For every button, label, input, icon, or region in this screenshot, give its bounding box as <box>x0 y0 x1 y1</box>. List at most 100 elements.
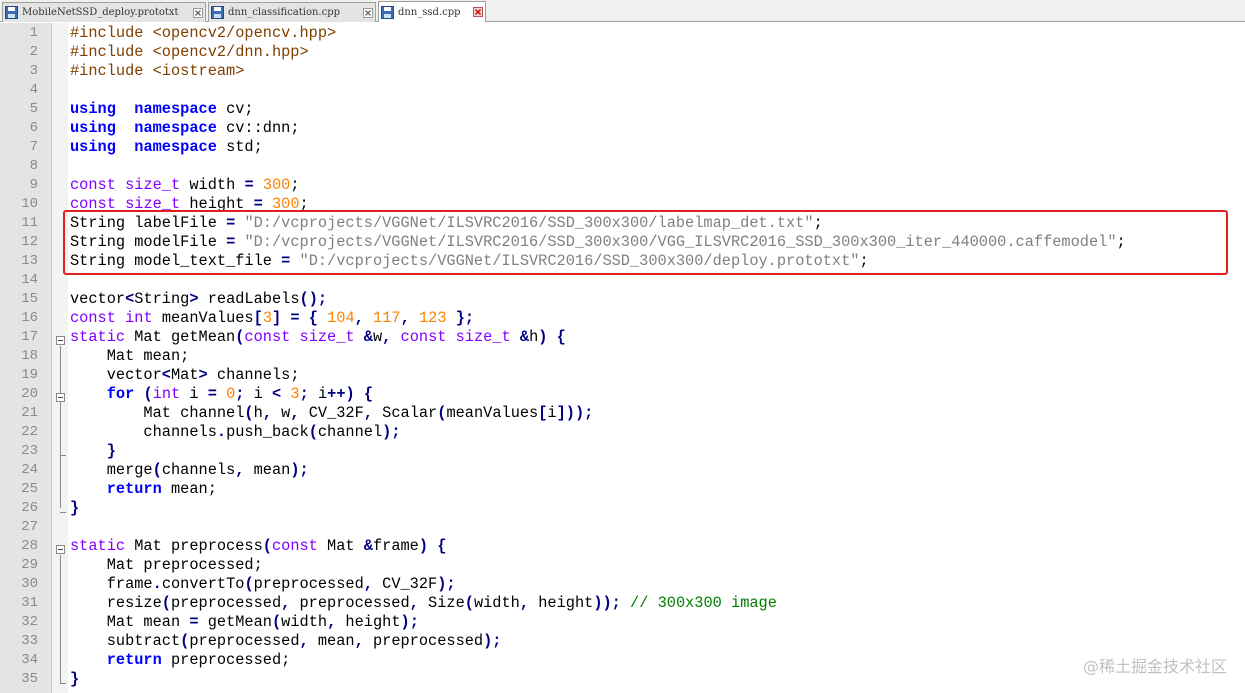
fold-toggle-icon[interactable] <box>56 336 65 345</box>
code-token: size_t <box>455 328 511 346</box>
code-line[interactable]: #include <opencv2/opencv.hpp> <box>70 24 336 43</box>
code-token: subtract <box>70 632 181 650</box>
code-line[interactable]: resize(preprocessed, preprocessed, Size(… <box>70 594 777 613</box>
line-number: 6 <box>29 120 38 136</box>
close-icon[interactable] <box>473 7 483 17</box>
code-line[interactable]: } <box>70 670 79 689</box>
code-token: vector <box>70 290 126 308</box>
code-token: return <box>106 651 162 669</box>
code-token: = <box>290 309 300 327</box>
close-icon[interactable] <box>363 7 373 18</box>
line-number: 23 <box>21 443 38 459</box>
code-token: const <box>271 537 318 555</box>
line-number: 15 <box>21 291 38 307</box>
code-token: & <box>363 537 373 555</box>
line-number: 11 <box>21 215 38 231</box>
code-token: } <box>70 499 80 517</box>
tab-dnn-classification[interactable]: dnn_classification.cpp <box>208 2 376 22</box>
code-line[interactable]: const size_t width = 300; <box>70 176 300 195</box>
line-number: 26 <box>21 500 38 516</box>
code-token: , <box>327 613 337 631</box>
code-token: i <box>308 385 328 403</box>
code-line[interactable]: const int meanValues[3] = { 104, 117, 12… <box>70 309 474 328</box>
code-token: using <box>70 100 116 118</box>
code-token: // 300x300 image <box>630 594 777 612</box>
line-number: 9 <box>29 177 38 193</box>
code-token: std; <box>216 138 263 156</box>
code-line[interactable]: using namespace std; <box>70 138 263 157</box>
code-line[interactable]: Mat mean; <box>70 347 190 366</box>
code-token: return <box>106 480 162 498</box>
tab-mobilenetssd-prototxt[interactable]: MobileNetSSD_deploy.prototxt <box>2 2 206 22</box>
code-line[interactable]: vector<String> readLabels(); <box>70 290 327 309</box>
code-token: ; <box>299 385 309 403</box>
code-token: , <box>363 404 373 422</box>
code-token: ] <box>272 309 282 327</box>
code-token: Scalar <box>372 404 438 422</box>
code-token: width <box>180 176 245 194</box>
code-line[interactable]: Mat mean = getMean(width, height); <box>70 613 419 632</box>
floppy-disk-icon <box>5 6 18 19</box>
code-line[interactable]: vector<Mat> channels; <box>70 366 300 385</box>
code-line[interactable]: return preprocessed; <box>70 651 291 670</box>
code-line[interactable]: } <box>70 442 116 461</box>
line-number: 1 <box>29 25 38 41</box>
code-token: , <box>400 309 410 327</box>
code-token: Mat preprocessed; <box>70 556 263 574</box>
code-token: }; <box>455 309 475 327</box>
code-token: } <box>70 670 80 688</box>
code-token: meanValues <box>152 309 254 327</box>
code-token: #include <opencv2/dnn.hpp> <box>70 43 309 61</box>
code-line[interactable]: } <box>70 499 79 518</box>
line-number: 32 <box>21 614 38 630</box>
line-number: 8 <box>29 158 38 174</box>
code-token: preprocessed <box>253 575 364 593</box>
code-token: convertTo <box>161 575 245 593</box>
code-line[interactable]: Mat preprocessed; <box>70 556 263 575</box>
fold-toggle-icon[interactable] <box>56 393 65 402</box>
code-token: resize <box>70 594 162 612</box>
code-line[interactable]: for (int i = 0; i < 3; i++) { <box>70 385 373 404</box>
tab-dnn-ssd[interactable]: dnn_ssd.cpp <box>378 1 486 22</box>
code-line[interactable]: #include <opencv2/dnn.hpp> <box>70 43 309 62</box>
code-token: preprocessed <box>189 632 300 650</box>
code-line[interactable]: merge(channels, mean); <box>70 461 309 480</box>
close-icon[interactable] <box>193 7 203 18</box>
code-line[interactable]: using namespace cv::dnn; <box>70 119 300 138</box>
code-line[interactable]: subtract(preprocessed, mean, preprocesse… <box>70 632 502 651</box>
code-line[interactable]: Mat channel(h, w, CV_32F, Scalar(meanVal… <box>70 404 593 423</box>
code-line[interactable]: channels.push_back(channel); <box>70 423 400 442</box>
line-number-gutter: 1 2 3 4 5 6 7 8 9 10 11 12 13 14 15 16 17 18 19 20 21 22 23 24 2… <box>0 23 52 693</box>
line-number: 4 <box>29 82 38 98</box>
code-token: ); <box>483 632 502 650</box>
code-token: preprocessed; <box>161 651 291 669</box>
line-number: 24 <box>21 462 38 478</box>
line-number: 16 <box>21 310 38 326</box>
code-token: ( <box>152 461 162 479</box>
code-line[interactable]: static Mat getMean(const size_t &w, cons… <box>70 328 566 347</box>
code-token: int <box>152 385 181 403</box>
code-token: , <box>290 404 300 422</box>
code-token: ) <box>418 537 429 555</box>
fold-toggle-icon[interactable] <box>56 545 65 554</box>
code-token: < <box>125 290 135 308</box>
code-line[interactable]: frame.convertTo(preprocessed, CV_32F); <box>70 575 456 594</box>
line-number: 28 <box>21 538 38 554</box>
code-token: merge <box>70 461 153 479</box>
watermark: @稀土掘金技术社区 <box>1082 657 1227 676</box>
code-token: = <box>189 613 199 631</box>
code-token: w <box>372 328 383 346</box>
code-token: & <box>363 328 373 346</box>
code-line[interactable]: #include <iostream> <box>70 62 244 81</box>
code-token: > <box>198 366 208 384</box>
code-line[interactable]: static Mat preprocess(const Mat &frame) … <box>70 537 446 556</box>
code-line[interactable]: return mean; <box>70 480 217 499</box>
code-token: vector <box>70 366 162 384</box>
code-token: ); <box>400 613 419 631</box>
code-token: h <box>253 404 263 422</box>
code-line[interactable]: using namespace cv; <box>70 100 254 119</box>
